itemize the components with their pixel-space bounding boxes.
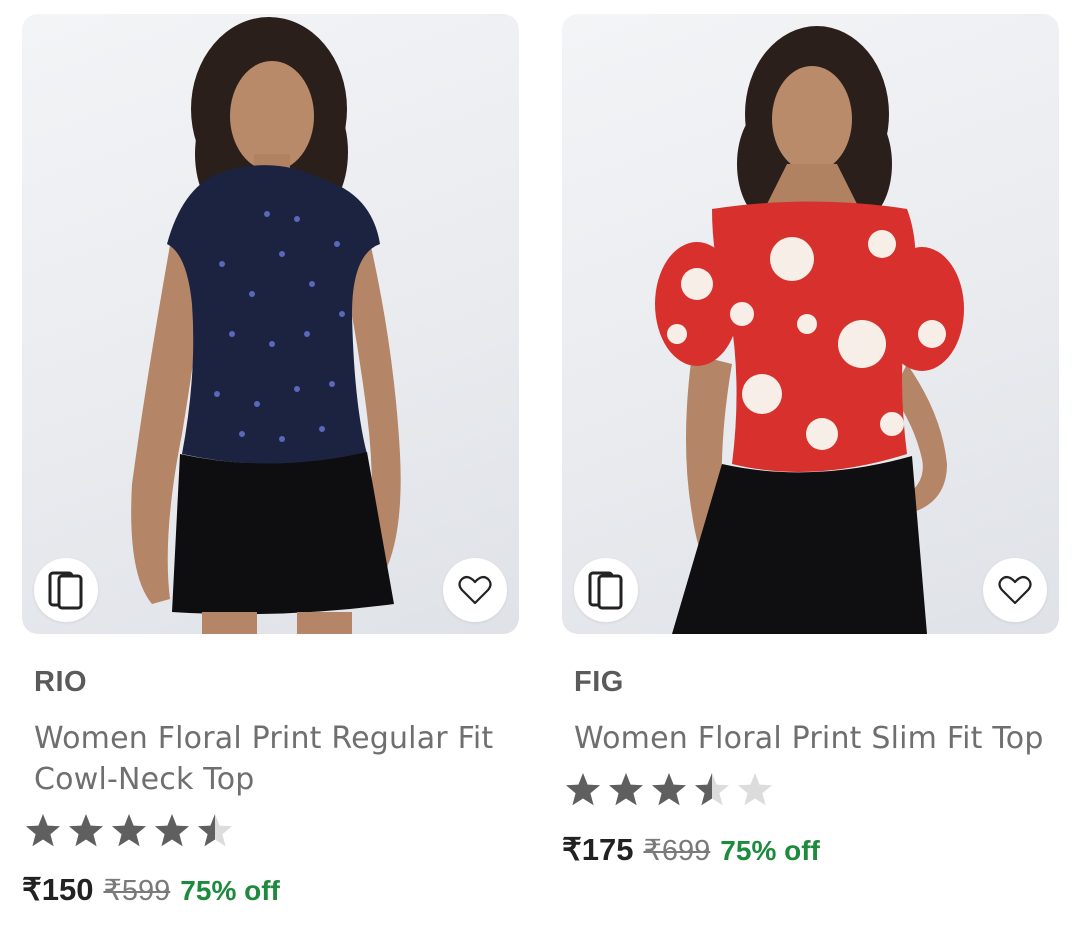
- star-filled-icon: [566, 773, 600, 806]
- heart-outline-icon: [998, 575, 1032, 605]
- model-photo-red-top: [655, 26, 964, 634]
- similar-products-icon: [588, 571, 623, 610]
- similar-products-button[interactable]: [34, 558, 98, 622]
- original-price: ₹599: [103, 875, 171, 907]
- star-filled-icon: [112, 814, 146, 847]
- star-rating: [24, 812, 234, 848]
- star-empty-icon: [738, 773, 772, 806]
- brand-name: RIO: [34, 666, 88, 698]
- star-half-icon: [198, 814, 232, 847]
- star-rating: [564, 771, 774, 807]
- product-card[interactable]: RIO Women Floral Print Regular Fit Cowl-…: [22, 14, 519, 907]
- product-title[interactable]: Women Floral Print Regular Fit Cowl-Neck…: [34, 718, 519, 800]
- product-card[interactable]: FIG Women Floral Print Slim Fit Top ₹175…: [562, 14, 1059, 867]
- product-grid: RIO Women Floral Print Regular Fit Cowl-…: [0, 0, 1079, 940]
- discount-label: 75% off: [720, 835, 820, 866]
- star-filled-icon: [155, 814, 189, 847]
- wishlist-button[interactable]: [443, 558, 507, 622]
- similar-products-icon: [48, 571, 83, 610]
- star-filled-icon: [69, 814, 103, 847]
- star-filled-icon: [26, 814, 60, 847]
- heart-outline-icon: [458, 575, 492, 605]
- product-title[interactable]: Women Floral Print Slim Fit Top: [574, 718, 1059, 759]
- wishlist-button[interactable]: [983, 558, 1047, 622]
- product-image[interactable]: [22, 14, 519, 634]
- star-filled-icon: [609, 773, 643, 806]
- brand-name: FIG: [574, 666, 624, 698]
- similar-products-button[interactable]: [574, 558, 638, 622]
- star-filled-icon: [652, 773, 686, 806]
- model-photo-navy-top: [131, 17, 401, 634]
- price-row: ₹175 ₹699 75% off: [562, 832, 820, 868]
- original-price: ₹699: [643, 835, 711, 867]
- discount-label: 75% off: [180, 875, 280, 906]
- price-row: ₹150 ₹599 75% off: [22, 872, 280, 908]
- product-image[interactable]: [562, 14, 1059, 634]
- sale-price: ₹150: [22, 872, 94, 907]
- sale-price: ₹175: [562, 832, 634, 867]
- star-half-icon: [695, 773, 729, 806]
